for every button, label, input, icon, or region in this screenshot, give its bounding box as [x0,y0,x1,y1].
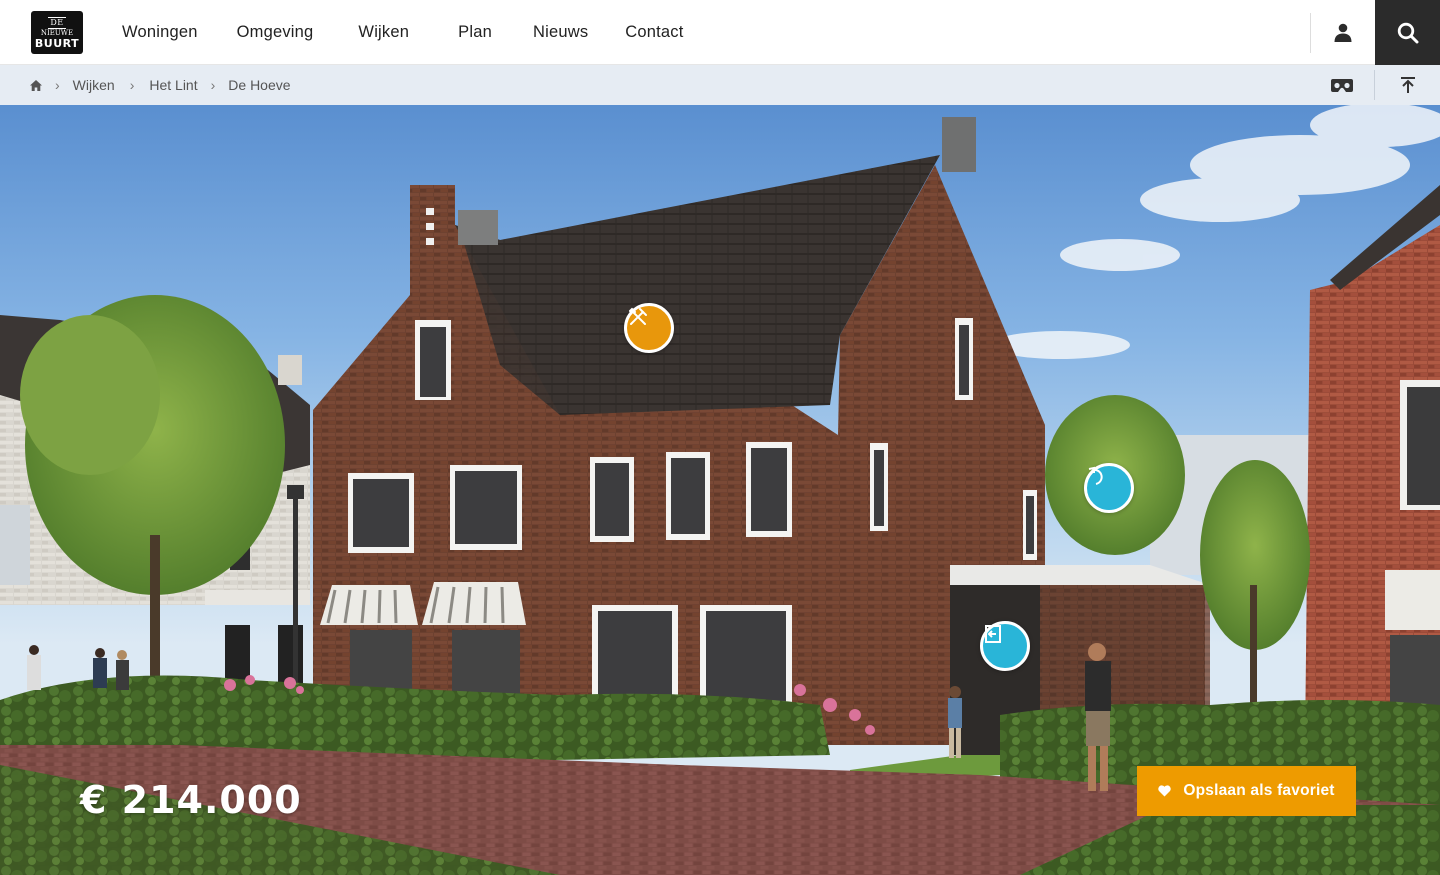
construction-hotspot[interactable] [624,303,674,353]
scroll-to-top-icon [1400,77,1415,93]
breadcrumb-separator: › [210,77,216,93]
breadcrumb-de-hoeve: De Hoeve [228,77,291,93]
rotate-view-hotspot[interactable] [1084,463,1134,513]
home-icon[interactable] [30,79,42,91]
nav-contact[interactable]: Contact [625,23,683,42]
door-enter-icon [985,625,1001,643]
main-nav: Woningen Omgeving Wijken Plan Nieuws Con… [122,0,684,65]
save-favorite-button[interactable]: Opslaan als favoriet [1137,766,1356,816]
nav-wijken[interactable]: Wijken [358,23,409,42]
nav-omgeving[interactable]: Omgeving [237,23,314,42]
search-icon [1397,22,1418,43]
logo-line2: NIEUWE [40,28,74,37]
breadcrumb-separator: › [129,77,135,93]
rotate-icon [1088,466,1103,485]
vr-headset-icon [1331,78,1353,92]
nav-woningen[interactable]: Woningen [122,23,198,42]
breadcrumb: › Wijken › Het Lint › De Hoeve [30,65,291,105]
house-illustration [0,105,1440,875]
site-header: DE NIEUWE BUURT Woningen Omgeving Wijken… [0,0,1440,65]
tools-icon [629,307,647,325]
nav-plan[interactable]: Plan [458,23,492,42]
logo-line1: DE [48,16,66,29]
logo-line3: BUURT [34,36,80,50]
breadcrumb-separator: › [55,77,60,93]
search-button[interactable] [1375,0,1440,65]
scroll-top-button[interactable] [1375,65,1440,105]
breadcrumb-het-lint[interactable]: Het Lint [149,77,197,93]
breadcrumb-wijken[interactable]: Wijken [73,77,115,93]
house-render-scene [0,105,1440,875]
nav-nieuws[interactable]: Nieuws [533,23,588,42]
enter-house-hotspot[interactable] [980,621,1030,671]
account-button[interactable] [1311,0,1375,65]
heart-icon [1158,785,1172,797]
house-price: € 214.000 [80,778,302,822]
vr-view-button[interactable] [1310,65,1374,105]
user-icon [1334,23,1352,42]
site-logo[interactable]: DE NIEUWE BUURT [31,11,83,54]
save-favorite-label: Opslaan als favoriet [1183,782,1335,799]
